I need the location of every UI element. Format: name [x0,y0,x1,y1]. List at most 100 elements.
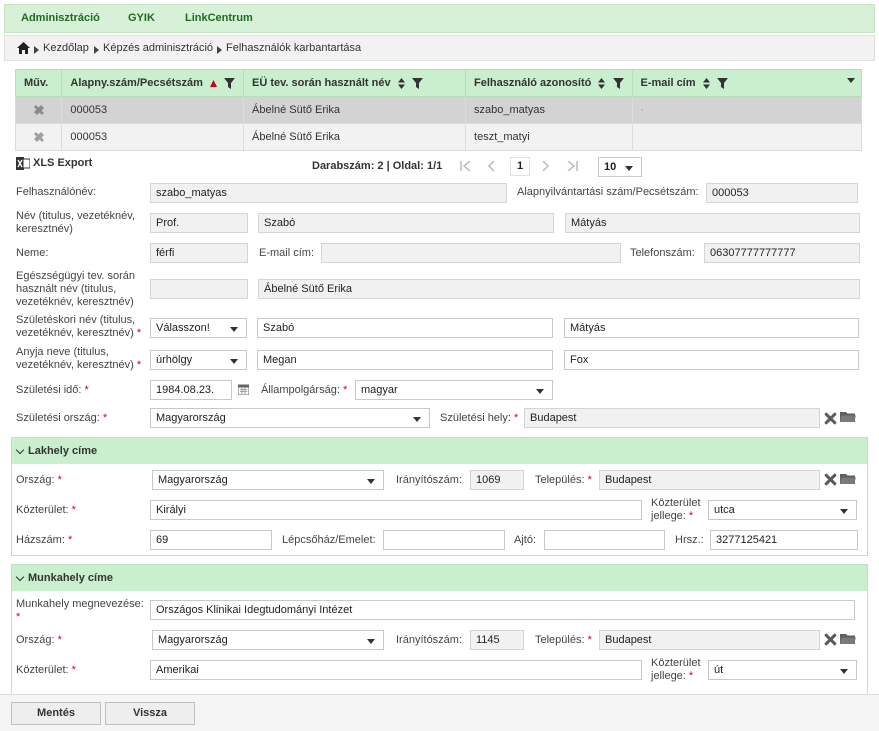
res-stair-field[interactable] [383,530,505,550]
folder-icon[interactable] [840,633,856,645]
res-city-label: Település: * [535,474,592,486]
res-street-type-label: Közterület jellege: * [651,497,701,522]
res-street-type-select[interactable]: utca [708,500,857,520]
last-page-icon[interactable] [567,161,578,171]
work-street-type-select[interactable]: út [708,660,857,680]
mother-last-name-field[interactable]: Megan [257,350,553,370]
tools-icon[interactable] [33,104,45,116]
record-count: Darabszám: 2 | Oldal: 1/1 [312,160,443,172]
username-label: Felhasználónév: [16,186,97,198]
chevron-down-icon[interactable] [15,572,25,582]
column-reg-number[interactable]: Alapny.szám/Pecsétszám [61,69,244,97]
column-email[interactable]: E-mail cím [631,69,862,97]
res-street-field[interactable]: Királyi [150,500,642,520]
work-country-select[interactable]: Magyarország [152,630,384,650]
res-house-field[interactable]: 69 [150,530,272,550]
filter-icon[interactable] [411,77,423,89]
res-city-field[interactable]: Budapest [599,470,820,490]
res-door-label: Ajtó: [514,534,537,546]
res-hrsz-field[interactable]: 3277125421 [710,530,858,550]
calendar-icon[interactable] [238,384,249,395]
res-zip-field[interactable]: 1069 [470,470,524,490]
prev-page-icon[interactable] [487,161,495,171]
chevron-down-icon[interactable] [15,445,25,455]
xls-export-link[interactable]: XLS Export [33,157,92,170]
nav-faq[interactable]: GYIK [128,12,155,24]
filter-icon[interactable] [224,77,235,89]
breadcrumb-home[interactable]: Kezdőlap [43,42,89,54]
email-field[interactable] [321,243,621,263]
res-country-select[interactable]: Magyarország [152,470,384,490]
filter-icon[interactable] [612,77,624,89]
res-hrsz-label: Hrsz.: [675,534,704,546]
sort-icon[interactable] [598,77,606,89]
workplace-title: Munkahely címe [28,572,113,584]
work-city-field[interactable]: Budapest [599,630,820,650]
birth-first-name-field[interactable]: Mátyás [564,318,859,338]
mother-name-label: Anyja neve (titulus, vezetéknév, kereszt… [16,346,142,371]
residence-header[interactable]: Lakhely címe [12,438,867,464]
reg-number-field[interactable]: 000053 [706,183,858,203]
work-street-field[interactable]: Amerikai [150,660,642,680]
res-door-field[interactable] [544,530,665,550]
work-zip-label: Irányítószám: [396,634,463,646]
column-user-id[interactable]: Felhasználó azonosító [465,69,633,97]
cell-user-id: szabo_matyas [465,96,633,124]
citizenship-label: Állampolgárság: * [261,384,348,396]
clear-icon[interactable] [824,633,837,646]
tools-icon[interactable] [33,131,45,143]
next-page-icon[interactable] [542,161,550,171]
birth-country-select[interactable]: Magyarország [150,408,430,428]
sort-asc-icon[interactable] [209,79,217,87]
health-title-field[interactable] [150,279,248,299]
first-name-field[interactable]: Mátyás [565,213,860,233]
clear-icon[interactable] [824,473,837,486]
page-size-select[interactable]: 10 [598,157,642,177]
workplace-header[interactable]: Munkahely címe [12,565,867,591]
citizenship-select[interactable]: magyar [355,380,553,400]
work-name-label: Munkahely megnevezése: * [16,598,144,623]
breadcrumb-user-maintenance: Felhasználók karbantartása [226,42,362,54]
folder-icon[interactable] [840,411,856,423]
gender-label: Neme: [16,247,49,259]
username-field[interactable]: szabo_matyas [150,183,507,203]
back-button[interactable]: Vissza [105,702,195,725]
sort-icon[interactable] [397,77,405,89]
title-field[interactable]: Prof. [150,213,248,233]
clear-icon[interactable] [824,412,837,425]
nav-linkcentrum[interactable]: LinkCentrum [185,12,253,24]
row-actions[interactable] [14,123,63,151]
res-zip-label: Irányítószám: [396,474,463,486]
breadcrumb-separator-icon [94,46,99,54]
row-actions[interactable] [14,96,63,124]
birth-last-name-field[interactable]: Szabó [257,318,553,338]
work-country-label: Ország: * [16,634,62,646]
birth-place-field[interactable]: Budapest [524,408,820,428]
folder-icon[interactable] [840,473,856,485]
sort-icon[interactable] [702,77,710,89]
birth-title-select[interactable]: Válasszon! [150,318,247,338]
birth-date-field[interactable]: 1984.08.23. [150,380,232,400]
work-street-type-label: Közterület jellege: * [651,657,701,682]
mother-first-name-field[interactable]: Fox [564,350,859,370]
work-name-field[interactable]: Országos Klinikai Idegtudományi Intézet [150,600,855,620]
save-button[interactable]: Mentés [11,702,101,725]
table-row[interactable]: 000053 Ábelné Sütő Erika teszt_matyi [14,123,863,151]
last-name-field[interactable]: Szabó [258,213,554,233]
current-page[interactable]: 1 [510,157,530,176]
home-icon[interactable] [17,42,30,54]
nav-administration[interactable]: Adminisztráció [21,12,100,24]
first-page-icon[interactable] [460,161,471,171]
gender-field[interactable]: férfi [150,243,248,263]
column-health-name[interactable]: EÜ tev. során használt név [242,69,467,97]
table-row[interactable]: 000053 Ábelné Sütő Erika szabo_matyas · [14,96,863,124]
cell-email: · [631,96,862,124]
health-name-field[interactable]: Ábelné Sütő Erika [258,279,860,299]
phone-field[interactable]: 06307777777777 [704,243,860,263]
breadcrumb-training-admin[interactable]: Képzés adminisztráció [103,42,213,54]
res-street-label: Közterület: * [16,504,76,516]
filter-icon[interactable] [716,77,728,89]
work-zip-field[interactable]: 1145 [470,630,524,650]
excel-icon[interactable] [16,157,30,170]
mother-title-select[interactable]: úrhölgy [150,350,247,370]
